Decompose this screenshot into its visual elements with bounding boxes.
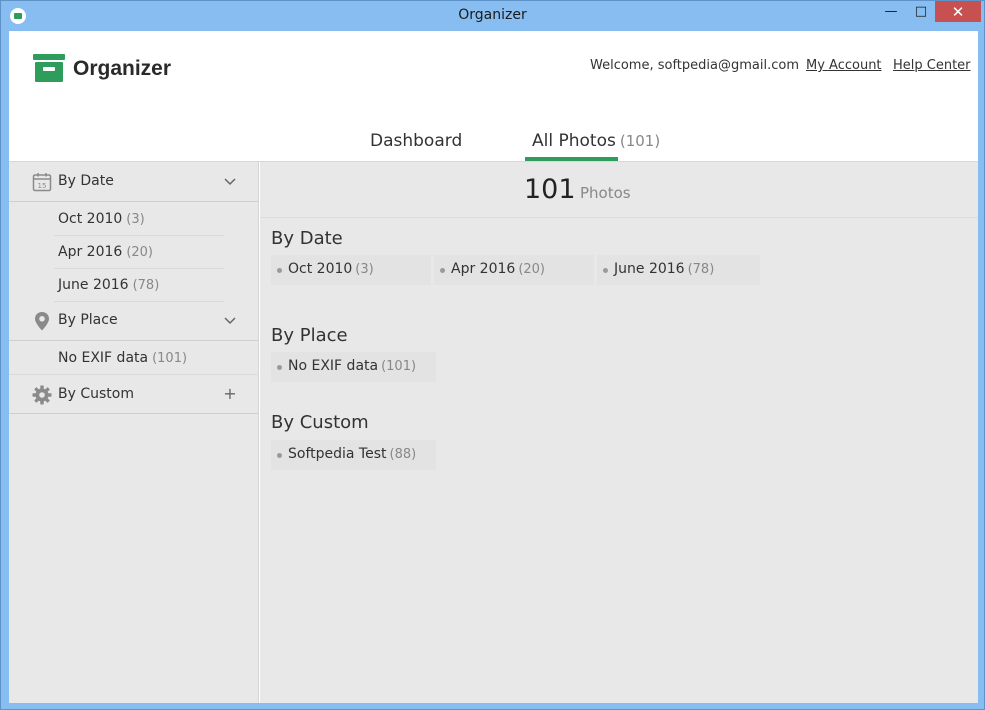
main-panel: 101 Photos By Date Oct 2010 (3) Apr 2016(…: [260, 162, 978, 703]
app-client: Organizer Welcome, softpedia@gmail.com M…: [9, 31, 978, 703]
chip-count: (20): [518, 262, 545, 277]
window-title: Organizer: [458, 7, 527, 23]
sidebar-item-no-exif-data[interactable]: No EXIF data (101): [54, 342, 224, 375]
bullet-icon: [277, 453, 282, 458]
sidebar-group-by-date[interactable]: 15 By Date: [9, 162, 259, 202]
chip-apr-2016[interactable]: Apr 2016 (20): [434, 255, 594, 285]
photo-total: 101 Photos: [260, 162, 978, 218]
calendar-icon: 15: [32, 173, 52, 192]
help-center-link[interactable]: Help Center: [893, 58, 971, 73]
chip-count: (78): [687, 262, 715, 277]
minimize-button[interactable]: —: [876, 1, 906, 22]
tab-all-photos-count: (101): [619, 132, 661, 150]
chip-label: Oct 2010: [288, 261, 353, 277]
sidebar-item-label: June 2016: [58, 277, 129, 293]
sidebar-group-label: By Place: [58, 312, 118, 328]
sidebar-item-count: (101): [152, 351, 188, 366]
sidebar-item-label: Apr 2016: [58, 244, 123, 260]
sidebar: 15 By Date Oct 2010 (3) Apr 2016 (20) June…: [9, 162, 259, 703]
sidebar-group-label: By Date: [58, 173, 114, 189]
chevron-down-icon[interactable]: [223, 310, 237, 330]
tab-all-photos-label: All Photos: [532, 131, 616, 151]
gear-icon: [32, 385, 52, 405]
chip-label: No EXIF data: [288, 358, 379, 374]
chip-oct-2010[interactable]: Oct 2010 (3): [271, 255, 431, 285]
plus-icon[interactable]: +: [223, 384, 237, 404]
chip-softpedia-test[interactable]: Softpedia Test (88): [271, 440, 436, 470]
svg-text:15: 15: [38, 182, 47, 190]
bullet-icon: [603, 268, 608, 273]
sidebar-group-label: By Custom: [58, 386, 134, 402]
tab-dashboard[interactable]: Dashboard: [370, 131, 462, 151]
welcome-text: Welcome, softpedia@gmail.com: [590, 58, 799, 73]
section-title-by-custom: By Custom: [271, 412, 369, 433]
title-bar[interactable]: Organizer — □ ✕: [1, 1, 984, 31]
app-window: Organizer — □ ✕ Organizer Welcome, softp…: [0, 0, 985, 710]
photo-total-label: Photos: [580, 184, 631, 202]
photo-total-count: 101: [524, 174, 576, 205]
organizer-logo-icon: [33, 54, 65, 82]
chip-count: (101): [381, 359, 417, 374]
sidebar-item-apr-2016[interactable]: Apr 2016 (20): [54, 236, 224, 269]
maximize-button[interactable]: □: [906, 1, 936, 22]
chip-june-2016[interactable]: June 2016 (78): [597, 255, 760, 285]
section-title-by-date: By Date: [271, 228, 343, 249]
my-account-link[interactable]: My Account: [806, 58, 882, 73]
sidebar-item-label: Oct 2010: [58, 211, 123, 227]
chevron-down-icon[interactable]: [223, 171, 237, 191]
chip-label: Apr 2016: [451, 261, 516, 277]
bullet-icon: [277, 365, 282, 370]
section-title-by-place: By Place: [271, 325, 348, 346]
sidebar-item-count: (3): [126, 212, 145, 227]
tab-dashboard-label: Dashboard: [370, 131, 463, 151]
bullet-icon: [277, 268, 282, 273]
chip-label: June 2016: [614, 261, 685, 277]
sidebar-item-count: (78): [132, 278, 160, 293]
sidebar-item-count: (20): [126, 245, 153, 260]
active-tab-indicator: [525, 157, 618, 161]
map-pin-icon: [35, 312, 49, 331]
sidebar-group-by-place[interactable]: By Place: [9, 301, 259, 341]
close-button[interactable]: ✕: [935, 1, 981, 22]
chip-no-exif-data[interactable]: No EXIF data (101): [271, 352, 436, 382]
sidebar-item-oct-2010[interactable]: Oct 2010 (3): [54, 203, 224, 236]
tab-all-photos[interactable]: All Photos (101): [532, 131, 660, 151]
sidebar-item-june-2016[interactable]: June 2016 (78): [54, 269, 224, 302]
bullet-icon: [440, 268, 445, 273]
sidebar-group-by-custom[interactable]: By Custom +: [9, 374, 259, 414]
chip-label: Softpedia Test: [288, 446, 387, 462]
logo-text: Organizer: [73, 57, 172, 80]
chip-count: (3): [355, 262, 374, 277]
header: Organizer Welcome, softpedia@gmail.com M…: [9, 31, 978, 162]
chip-count: (88): [389, 447, 417, 462]
sidebar-item-label: No EXIF data: [58, 350, 149, 366]
